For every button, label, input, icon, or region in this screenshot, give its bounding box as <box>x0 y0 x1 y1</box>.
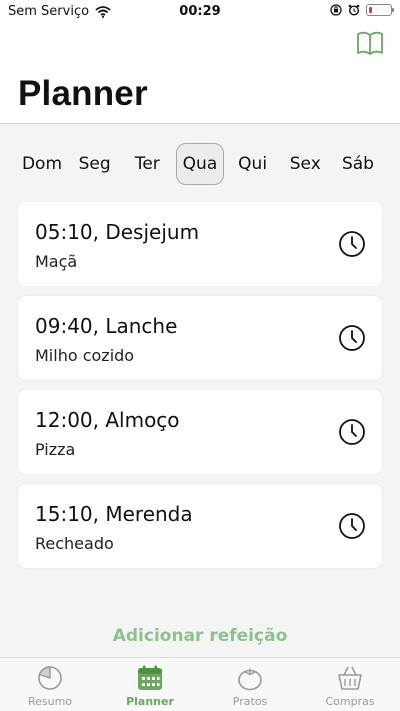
meal-title: 12:00, Almoço <box>35 408 180 432</box>
day-thu[interactable]: Qui <box>229 143 277 185</box>
clock-icon[interactable] <box>338 324 366 352</box>
day-sun[interactable]: Dom <box>18 143 66 185</box>
clock-icon[interactable] <box>338 512 366 540</box>
meal-food: Pizza <box>35 440 76 459</box>
meal-food: Recheado <box>35 534 114 553</box>
clock-icon[interactable] <box>338 418 366 446</box>
meal-card[interactable]: 12:00, Almoço Pizza <box>18 390 382 474</box>
day-label: Dom <box>21 154 63 174</box>
book-icon[interactable] <box>356 30 384 56</box>
tomato-icon <box>238 668 262 691</box>
page-title: Planner <box>18 74 148 113</box>
day-label: Qui <box>238 154 268 174</box>
tab-label: Pratos <box>232 695 268 708</box>
day-tue[interactable]: Ter <box>123 143 171 185</box>
meal-list: 05:10, Desjejum Maçã 09:40, Lanche Milho… <box>18 202 382 578</box>
day-label: Ter <box>134 154 160 174</box>
alarm-icon <box>348 4 360 16</box>
day-selector: Dom Seg Ter Qua Qui Sex Sáb <box>18 143 382 185</box>
tab-label: Resumo <box>27 695 73 708</box>
status-right <box>330 4 394 16</box>
day-label: Seg <box>78 154 111 174</box>
status-bar: Sem Serviço 00:29 <box>0 0 400 24</box>
day-fri[interactable]: Sex <box>281 143 329 185</box>
day-label: Sáb <box>341 154 374 174</box>
clock-icon[interactable] <box>338 230 366 258</box>
meal-title: 09:40, Lanche <box>35 314 178 338</box>
header: Planner <box>0 24 400 124</box>
add-meal-button[interactable]: Adicionar refeição <box>0 626 400 646</box>
pie-chart-icon <box>38 666 62 690</box>
meal-card[interactable]: 05:10, Desjejum Maçã <box>18 202 382 286</box>
meal-food: Maçã <box>35 252 78 271</box>
battery-icon <box>366 4 394 16</box>
meal-card[interactable]: 09:40, Lanche Milho cozido <box>18 296 382 380</box>
day-sat[interactable]: Sáb <box>334 143 382 185</box>
meal-title: 15:10, Merenda <box>35 502 193 526</box>
day-mon[interactable]: Seg <box>71 143 119 185</box>
rotation-lock-icon <box>330 4 342 16</box>
tab-bar: Resumo Planner Pratos Compras <box>0 657 400 711</box>
basket-icon <box>338 666 362 690</box>
calendar-icon <box>138 665 162 690</box>
meal-title: 05:10, Desjejum <box>35 220 200 244</box>
tab-pratos[interactable]: Pratos <box>200 658 300 711</box>
tab-planner[interactable]: Planner <box>100 658 200 711</box>
tab-resumo[interactable]: Resumo <box>0 658 100 711</box>
day-label: Qua <box>182 154 218 174</box>
meal-card[interactable]: 15:10, Merenda Recheado <box>18 484 382 568</box>
tab-label: Planner <box>126 695 174 708</box>
day-label: Sex <box>289 154 321 174</box>
meal-food: Milho cozido <box>35 346 135 365</box>
tab-compras[interactable]: Compras <box>300 658 400 711</box>
day-wed[interactable]: Qua <box>175 143 224 185</box>
tab-label: Compras <box>325 695 375 708</box>
